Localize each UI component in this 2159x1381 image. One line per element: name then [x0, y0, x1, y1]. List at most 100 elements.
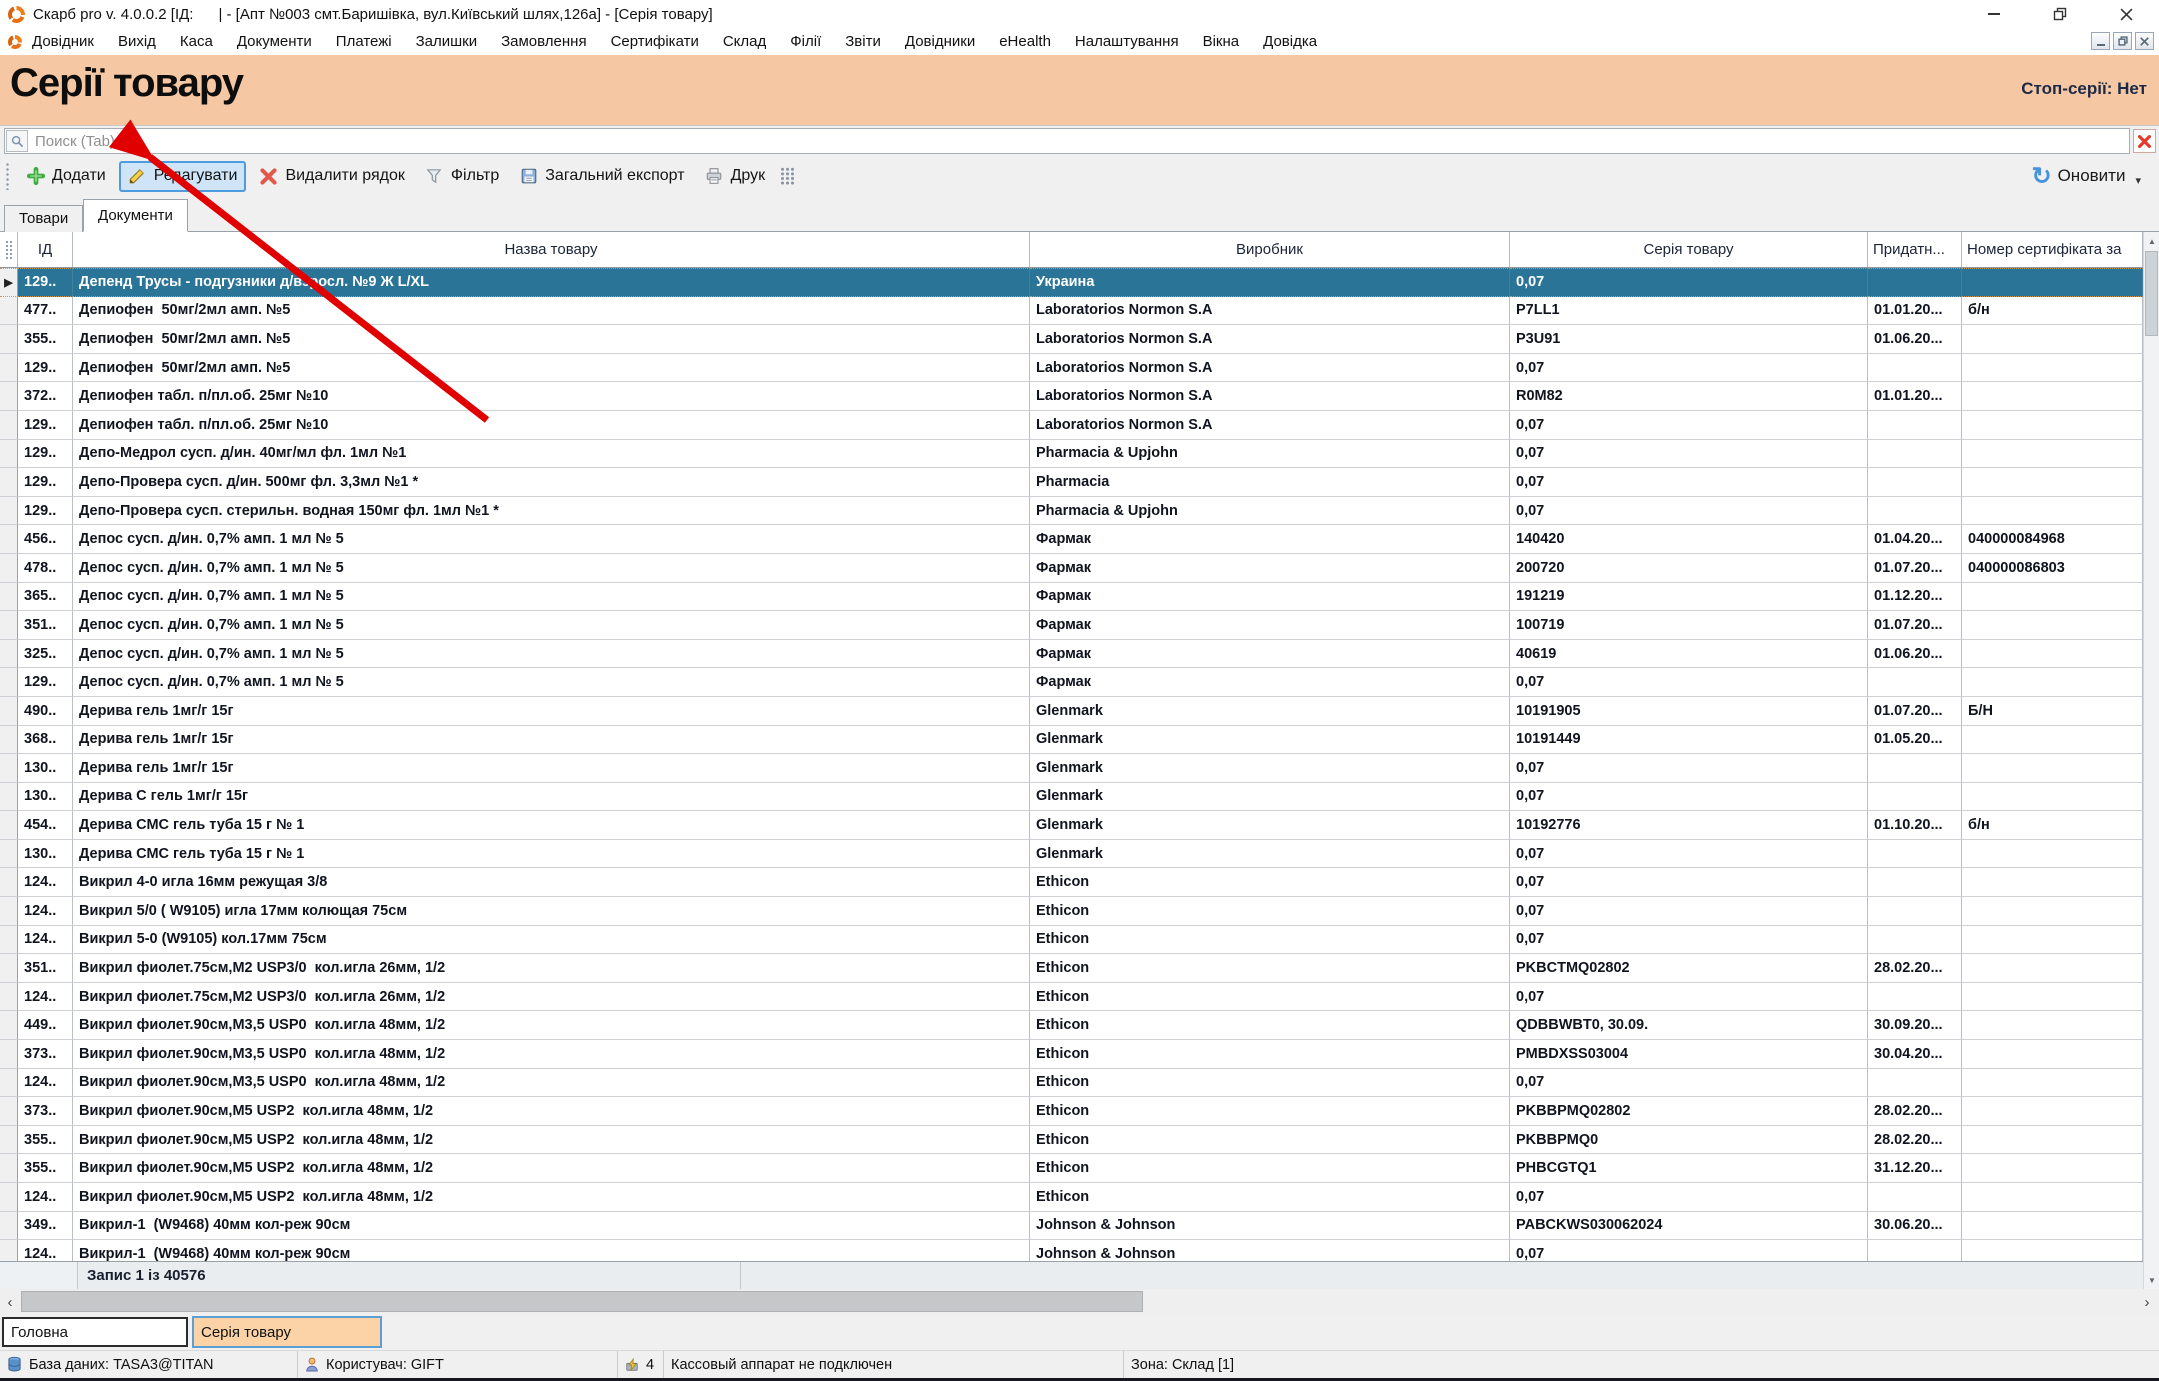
row-marker[interactable] [0, 811, 18, 840]
cell-id[interactable]: 477.. [18, 297, 73, 326]
cell-manu[interactable]: Ethicon [1030, 1126, 1510, 1155]
cell-cert[interactable] [1962, 1240, 2143, 1261]
toolbar-grip-handle[interactable] [5, 162, 11, 190]
cell-valid[interactable] [1868, 926, 1962, 955]
cell-manu[interactable]: Украина [1030, 268, 1510, 297]
menu-item[interactable]: Звіти [845, 33, 881, 50]
table-row[interactable]: 325..Депос сусп. д/ин. 0,7% амп. 1 мл № … [0, 640, 2143, 669]
table-row[interactable]: 449..Викрил фиолет.90см,М3,5 USP0 кол.иг… [0, 1011, 2143, 1040]
cell-id[interactable]: 124.. [18, 926, 73, 955]
table-row[interactable]: 124..Викрил 4-0 игла 16мм режущая 3/8Eth… [0, 868, 2143, 897]
table-row[interactable]: 478..Депос сусп. д/ин. 0,7% амп. 1 мл № … [0, 554, 2143, 583]
row-marker[interactable] [0, 954, 18, 983]
cell-name[interactable]: Депо-Медрол сусп. д/ин. 40мг/мл фл. 1мл … [73, 440, 1030, 469]
cell-valid[interactable]: 30.09.20... [1868, 1011, 1962, 1040]
cell-cert[interactable] [1962, 1097, 2143, 1126]
cell-cert[interactable] [1962, 897, 2143, 926]
cell-name[interactable]: Дерива гель 1мг/г 15г [73, 726, 1030, 755]
print-button[interactable]: Друк [698, 163, 773, 190]
column-header-name[interactable]: Назва товару [73, 232, 1030, 267]
cell-cert[interactable]: б/н [1962, 297, 2143, 326]
row-marker[interactable] [0, 1097, 18, 1126]
cell-id[interactable]: 490.. [18, 697, 73, 726]
cell-valid[interactable]: 01.06.20... [1868, 325, 1962, 354]
cell-name[interactable]: Викрил 5/0 ( W9105) игла 17мм колющая 75… [73, 897, 1030, 926]
cell-series[interactable]: 0,07 [1510, 1240, 1868, 1261]
cell-cert[interactable] [1962, 783, 2143, 812]
add-button[interactable]: Додати [19, 163, 113, 190]
cell-manu[interactable]: Ethicon [1030, 1069, 1510, 1098]
cell-manu[interactable]: Ethicon [1030, 1040, 1510, 1069]
bottom-tab-series[interactable]: Серія товару [192, 1316, 382, 1348]
column-header-validity[interactable]: Придатн... [1868, 232, 1962, 267]
cell-id[interactable]: 130.. [18, 754, 73, 783]
cell-manu[interactable]: Ethicon [1030, 868, 1510, 897]
cell-name[interactable]: Викрил 4-0 игла 16мм режущая 3/8 [73, 868, 1030, 897]
cell-manu[interactable]: Pharmacia & Upjohn [1030, 440, 1510, 469]
cell-series[interactable]: 10192776 [1510, 811, 1868, 840]
row-marker[interactable] [0, 440, 18, 469]
cell-id[interactable]: 449.. [18, 1011, 73, 1040]
cell-manu[interactable]: Johnson & Johnson [1030, 1212, 1510, 1241]
cell-name[interactable]: Викрил 5-0 (W9105) кол.17мм 75см [73, 926, 1030, 955]
row-marker[interactable] [0, 640, 18, 669]
cell-cert[interactable] [1962, 840, 2143, 869]
cell-cert[interactable] [1962, 583, 2143, 612]
edit-button[interactable]: Редагувати [119, 161, 247, 192]
cell-valid[interactable] [1868, 440, 1962, 469]
row-marker[interactable] [0, 1040, 18, 1069]
row-marker[interactable] [0, 697, 18, 726]
cell-id[interactable]: 368.. [18, 726, 73, 755]
cell-valid[interactable]: 01.05.20... [1868, 726, 1962, 755]
row-marker[interactable] [0, 611, 18, 640]
cell-id[interactable]: 478.. [18, 554, 73, 583]
cell-cert[interactable] [1962, 983, 2143, 1012]
cell-name[interactable]: Дерива гель 1мг/г 15г [73, 697, 1030, 726]
column-header-id[interactable]: ІД [18, 232, 73, 267]
close-button[interactable] [2093, 0, 2159, 28]
cell-manu[interactable]: Ethicon [1030, 1183, 1510, 1212]
column-header-manufacturer[interactable]: Виробник [1030, 232, 1510, 267]
cell-series[interactable]: 0,07 [1510, 926, 1868, 955]
menu-item[interactable]: Документи [237, 33, 312, 50]
cell-id[interactable]: 355.. [18, 1126, 73, 1155]
cell-valid[interactable] [1868, 497, 1962, 526]
cell-cert[interactable] [1962, 1069, 2143, 1098]
row-marker[interactable] [0, 325, 18, 354]
cell-manu[interactable]: Pharmacia [1030, 468, 1510, 497]
cell-cert[interactable] [1962, 1040, 2143, 1069]
tab-documenty[interactable]: Документи [83, 199, 188, 232]
minimize-button[interactable] [1961, 0, 2027, 28]
row-marker[interactable] [0, 1154, 18, 1183]
cell-name[interactable]: Викрил фиолет.90см,М5 USP2 кол.игла 48мм… [73, 1183, 1030, 1212]
refresh-dropdown-caret[interactable]: ▾ [2135, 174, 2141, 187]
bottom-tab-home[interactable]: Головна [2, 1317, 188, 1347]
table-row[interactable]: 124..Викрил 5/0 ( W9105) игла 17мм колющ… [0, 897, 2143, 926]
cell-name[interactable]: Депос сусп. д/ин. 0,7% амп. 1 мл № 5 [73, 554, 1030, 583]
cell-series[interactable]: 0,07 [1510, 497, 1868, 526]
cell-manu[interactable]: Фармак [1030, 640, 1510, 669]
cell-valid[interactable]: 01.06.20... [1868, 640, 1962, 669]
cell-manu[interactable]: Glenmark [1030, 726, 1510, 755]
row-marker[interactable] [0, 583, 18, 612]
export-button[interactable]: Загальний експорт [512, 163, 691, 190]
table-row[interactable]: 368..Дерива гель 1мг/г 15гGlenmark101914… [0, 726, 2143, 755]
table-row[interactable]: 351..Депос сусп. д/ин. 0,7% амп. 1 мл № … [0, 611, 2143, 640]
cell-valid[interactable]: 01.12.20... [1868, 583, 1962, 612]
cell-valid[interactable]: 01.10.20... [1868, 811, 1962, 840]
column-chooser-icon[interactable] [780, 167, 795, 185]
menu-item[interactable]: Сертифікати [611, 33, 699, 50]
table-row[interactable]: ▶129..Депенд Трусы - подгузники д/взросл… [0, 268, 2143, 297]
cell-series[interactable]: PHBCGTQ1 [1510, 1154, 1868, 1183]
cell-valid[interactable]: 01.04.20... [1868, 525, 1962, 554]
menu-item[interactable]: Довідники [905, 33, 975, 50]
cell-valid[interactable] [1868, 983, 1962, 1012]
cell-name[interactable]: Депиофен 50мг/2мл амп. №5 [73, 354, 1030, 383]
cell-valid[interactable]: 28.02.20... [1868, 1126, 1962, 1155]
cell-id[interactable]: 124.. [18, 1183, 73, 1212]
cell-manu[interactable]: Glenmark [1030, 783, 1510, 812]
cell-manu[interactable]: Glenmark [1030, 754, 1510, 783]
table-row[interactable]: 124..Викрил фиолет.90см,М5 USP2 кол.игла… [0, 1183, 2143, 1212]
cell-id[interactable]: 124.. [18, 897, 73, 926]
cell-series[interactable]: 10191905 [1510, 697, 1868, 726]
